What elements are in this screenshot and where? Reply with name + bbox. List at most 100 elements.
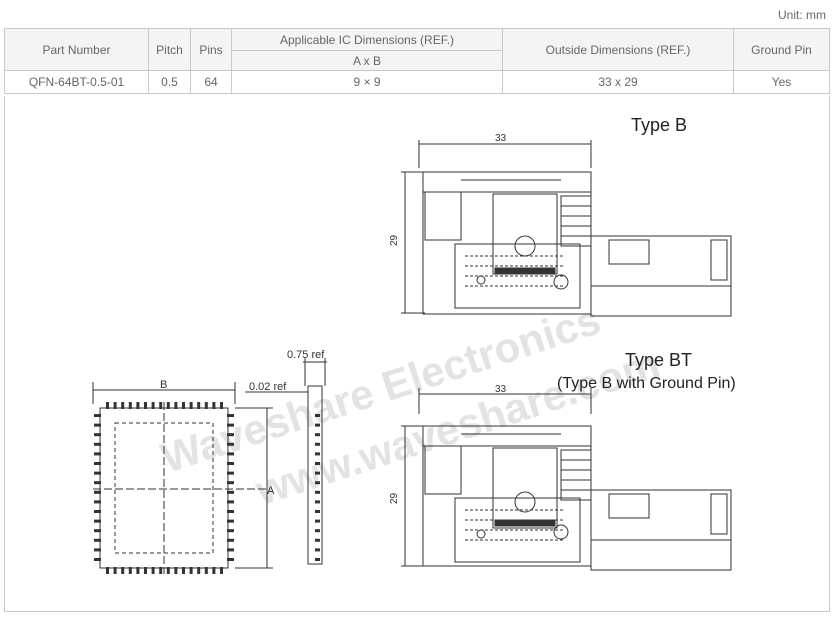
ic-pin [159, 402, 163, 409]
ic-pin [227, 462, 234, 465]
ic-pin [128, 567, 132, 574]
ic-pin [166, 567, 170, 574]
type-bt-title: Type BT [625, 350, 692, 370]
ic-pin [220, 567, 223, 574]
ic-pin [315, 442, 320, 446]
ic-pin [94, 462, 101, 465]
ic-pin [227, 538, 234, 542]
cell-ground-pin: Yes [733, 70, 830, 94]
ic-pin [121, 402, 125, 409]
ic-pin [315, 558, 320, 561]
ic-pin [227, 471, 234, 475]
ic-pin [174, 567, 178, 574]
ic-pin [315, 519, 320, 523]
ic-pin [197, 567, 201, 574]
ic-pin [227, 442, 234, 446]
ic-pin [227, 510, 234, 513]
ic-pin [94, 548, 101, 552]
ic-pin [315, 481, 320, 485]
ic-pin [94, 558, 101, 561]
ic-pin [151, 402, 155, 409]
ic-pin [227, 433, 234, 437]
header-part-number: Part Number [4, 28, 149, 71]
ic-pin [159, 567, 163, 574]
ic-pin [227, 500, 234, 504]
cell-outside-dimensions: 33 x 29 [502, 70, 734, 94]
ic-pin [315, 529, 320, 533]
ic-pin [315, 490, 320, 494]
ic-pin [315, 510, 320, 513]
ic-pin [212, 402, 216, 409]
dim-b: B [160, 379, 167, 391]
ic-pin [94, 500, 101, 504]
dim-002-ref: 0.02 ref [249, 381, 287, 393]
ic-pin [136, 567, 140, 574]
ic-pin [136, 402, 140, 409]
ic-pin [315, 538, 320, 542]
ic-pin [94, 481, 101, 485]
ic-pin [182, 402, 185, 409]
unit-label: Unit: mm [778, 8, 826, 22]
cell-pitch: 0.5 [148, 70, 191, 94]
ic-pin [106, 402, 109, 409]
ic-pin [227, 414, 234, 417]
ic-pin [227, 452, 234, 456]
ic-pin [315, 462, 320, 465]
ic-pin [315, 433, 320, 437]
dim-a: A [267, 485, 275, 497]
ic-pin [227, 519, 234, 523]
ic-pin [121, 567, 125, 574]
ic-pin [106, 567, 109, 574]
ic-pin [94, 490, 101, 494]
ic-pin [315, 414, 320, 417]
technical-drawing: Waveshare Electronics www.waveshare.com [92, 115, 736, 574]
ic-pin [197, 402, 201, 409]
type-bt-subtitle: (Type B with Ground Pin) [557, 375, 736, 392]
header-ground-pin: Ground Pin [733, 28, 830, 71]
ic-pin [113, 402, 117, 409]
drawing-panel: Waveshare Electronics www.waveshare.com [4, 96, 830, 612]
ic-pin [94, 538, 101, 542]
header-ic-dimensions-sub: A x B [231, 50, 503, 71]
dim-075-ref: 0.75 ref [287, 349, 325, 361]
ic-pin [182, 567, 185, 574]
header-ic-dimensions: Applicable IC Dimensions (REF.) [231, 28, 503, 51]
ic-pin [94, 510, 101, 513]
ic-pin [94, 433, 101, 437]
ic-pin [94, 519, 101, 523]
ic-pin [94, 423, 101, 427]
ic-pin [227, 529, 234, 533]
ic-pin [227, 481, 234, 485]
ic-pin [189, 567, 193, 574]
ic-pin [315, 471, 320, 475]
spec-table: Part Number Pitch Pins Applicable IC Dim… [4, 28, 830, 94]
ic-pin [227, 548, 234, 552]
cell-ic-dimensions: 9 × 9 [231, 70, 503, 94]
type-b-title: Type B [631, 115, 687, 135]
header-outside-dimensions: Outside Dimensions (REF.) [502, 28, 734, 71]
table-row: QFN-64BT-0.5-01 0.5 64 9 × 9 33 x 29 Yes [4, 70, 830, 94]
ic-pin [204, 402, 208, 409]
ic-pin [227, 490, 234, 494]
ic-pin [227, 423, 234, 427]
ic-pin [113, 567, 117, 574]
ic-pin [315, 423, 320, 427]
ic-pin [315, 452, 320, 456]
header-pitch: Pitch [148, 28, 191, 71]
ic-pin [212, 567, 216, 574]
ic-pin [174, 402, 178, 409]
ic-pin [94, 414, 101, 417]
type-b-drawing [401, 140, 732, 317]
ic-pin [94, 471, 101, 475]
ic-pin [94, 442, 101, 446]
ic-pin [94, 529, 101, 533]
ic-pin [315, 500, 320, 504]
ic-pin [94, 452, 101, 456]
dim-33-bottom: 33 [495, 384, 507, 395]
ic-pin [144, 567, 147, 574]
ic-pin [144, 402, 147, 409]
dim-33-top: 33 [495, 133, 507, 144]
ic-pin [189, 402, 193, 409]
ic-pin [204, 567, 208, 574]
dim-29-bottom: 29 [389, 492, 400, 504]
